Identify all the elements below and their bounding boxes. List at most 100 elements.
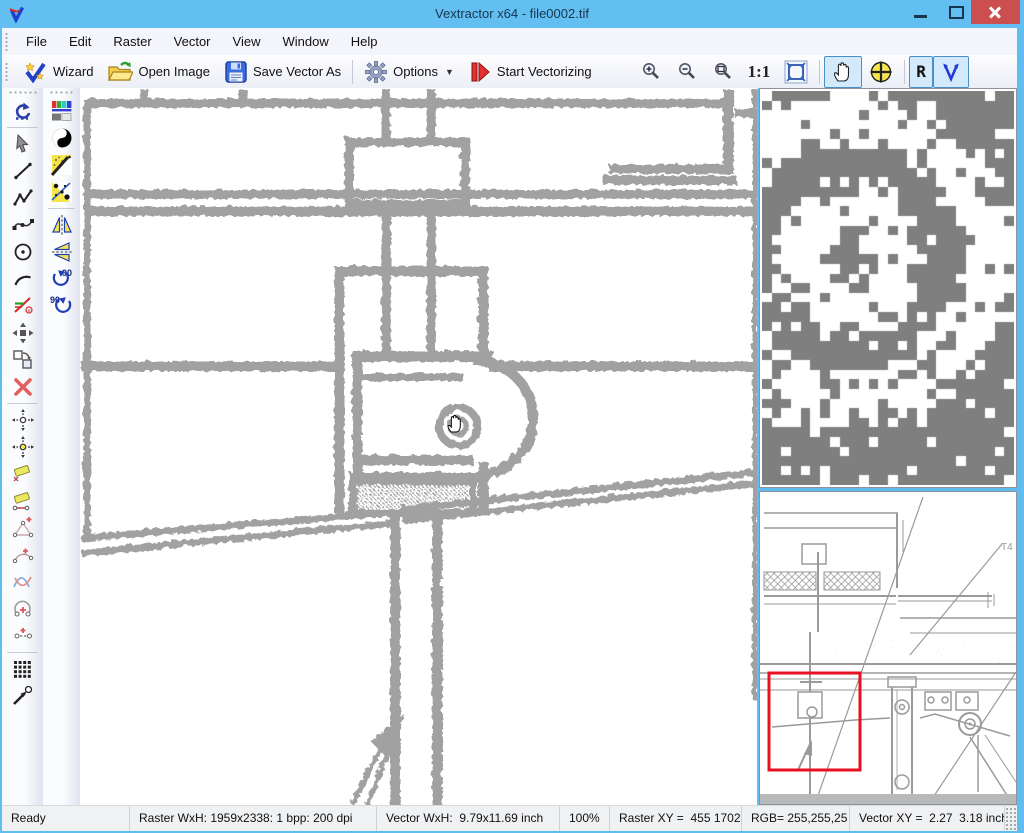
menu-item-view[interactable]: View — [222, 30, 272, 53]
trace-line-icon: e — [11, 294, 35, 318]
status-raster-xy: Raster XY = 455 1702 — [610, 806, 742, 831]
draw-line-tool[interactable] — [9, 158, 37, 184]
draw-circle-tool[interactable] — [9, 239, 37, 265]
rotate-cw-90-tool[interactable]: 90 — [48, 266, 76, 292]
pan-hand-button[interactable] — [824, 56, 862, 88]
add-arc-point-icon — [11, 543, 35, 567]
menu-item-file[interactable]: File — [15, 30, 58, 53]
erase-segment-tool[interactable] — [9, 488, 37, 514]
menu-item-raster[interactable]: Raster — [102, 30, 162, 53]
palette-tool[interactable] — [48, 98, 76, 124]
pan-hand-icon — [831, 60, 855, 84]
menu-grip[interactable] — [4, 32, 9, 52]
close-curve-tool[interactable] — [9, 596, 37, 622]
center-target-button[interactable] — [862, 56, 900, 88]
flip-vertical-tool[interactable] — [48, 239, 76, 265]
open-image-button[interactable]: Open Image — [100, 56, 217, 88]
rotate-ccw-90-icon: 90 — [49, 294, 75, 318]
menu-item-window[interactable]: Window — [271, 30, 339, 53]
zoom-fit-button[interactable] — [777, 56, 815, 88]
remove-specks-icon — [50, 180, 74, 204]
options-icon — [364, 60, 388, 84]
erase-node-tool[interactable] — [9, 461, 37, 487]
status-bar: ReadyRaster WxH: 1959x2338: 1 bpp: 200 d… — [2, 805, 1017, 831]
draw-arc-tool[interactable] — [9, 266, 37, 292]
draw-circle-icon — [12, 241, 34, 263]
rotate-cw-90-icon: 90 — [49, 267, 75, 291]
options-button[interactable]: Options▼ — [357, 56, 461, 88]
despeckle-tool[interactable] — [48, 152, 76, 178]
copy-object-tool[interactable] — [9, 347, 37, 373]
draw-polyline-tool[interactable] — [9, 185, 37, 211]
toolbar-separator — [352, 60, 353, 84]
remove-specks-tool[interactable] — [48, 179, 76, 205]
resize-grip[interactable] — [1005, 806, 1017, 831]
snap-point-icon — [11, 435, 35, 459]
move-point-tool[interactable] — [9, 407, 37, 433]
chevron-down-icon[interactable]: ▼ — [445, 67, 454, 77]
raster-drawing[interactable] — [80, 88, 757, 805]
status-vector-xy: Vector XY = 2.27 3.18 inch — [850, 806, 1005, 831]
add-arc-point-tool[interactable] — [9, 542, 37, 568]
menu-item-edit[interactable]: Edit — [58, 30, 102, 53]
rotate-ccw-90-tool[interactable]: 90 — [48, 293, 76, 319]
toolbar: Wizard Open Image Save Vector As Options… — [2, 55, 1017, 89]
snap-point-tool[interactable] — [9, 434, 37, 460]
vector-view-button[interactable] — [933, 56, 969, 88]
start-vectorizing-icon — [468, 60, 492, 84]
wizard-button[interactable]: Wizard — [15, 56, 100, 88]
zoom-1-1-button[interactable]: 1:1 — [741, 56, 778, 88]
minimize-icon — [914, 15, 927, 18]
delete-tool[interactable] — [9, 374, 37, 400]
join-lines-tool[interactable] — [9, 623, 37, 649]
save-vector-as-button[interactable]: Save Vector As — [217, 56, 348, 88]
undo-icon — [11, 99, 35, 123]
menu-item-vector[interactable]: Vector — [163, 30, 222, 53]
zoom-window-icon — [712, 61, 734, 83]
palette-grip[interactable] — [49, 90, 74, 96]
palette-grip[interactable] — [8, 90, 37, 96]
toolbar-grip[interactable] — [4, 62, 9, 82]
zoom-window-button[interactable] — [705, 56, 741, 88]
overview-panel[interactable]: T4 — [759, 491, 1017, 805]
raster-view-button[interactable]: R — [909, 56, 933, 88]
invert-tool[interactable] — [48, 125, 76, 151]
start-vectorizing-label: Start Vectorizing — [497, 64, 592, 79]
tool-palette-draw: e — [2, 88, 43, 805]
join-lines-icon — [11, 624, 35, 648]
zoom-in-button[interactable] — [633, 56, 669, 88]
palette-separator — [48, 208, 75, 209]
menu-bar: FileEditRasterVectorViewWindowHelp — [2, 28, 1017, 56]
close-button[interactable] — [971, 0, 1020, 24]
trace-line-tool[interactable]: e — [9, 293, 37, 319]
maximize-button[interactable] — [940, 0, 972, 24]
pixel-magnifier-panel — [759, 88, 1017, 488]
draw-line-icon — [12, 160, 34, 182]
title-bar[interactable]: Vextractor x64 - file0002.tif — [0, 0, 1024, 28]
pick-point-tool[interactable] — [9, 683, 37, 709]
flip-horizontal-tool[interactable] — [48, 212, 76, 238]
overview-bottom-strip — [760, 794, 1016, 804]
pick-point-icon — [11, 684, 35, 708]
raster-canvas[interactable] — [80, 88, 757, 805]
edit-nodes-tool[interactable] — [9, 212, 37, 238]
move-object-tool[interactable] — [9, 320, 37, 346]
zoom-out-icon — [676, 61, 698, 83]
maximize-icon — [949, 6, 964, 19]
split-curve-tool[interactable] — [9, 569, 37, 595]
raster-grid-tool[interactable] — [9, 656, 37, 682]
undo-tool[interactable] — [9, 98, 37, 124]
tool-palette-raster: 90 90 — [43, 88, 80, 805]
minimize-button[interactable] — [900, 0, 940, 24]
add-vertex-tool[interactable] — [9, 515, 37, 541]
split-curve-icon — [11, 570, 35, 594]
zoom-out-button[interactable] — [669, 56, 705, 88]
erase-segment-icon — [11, 489, 35, 513]
add-vertex-icon — [11, 516, 35, 540]
select-tool[interactable] — [9, 131, 37, 157]
menu-item-help[interactable]: Help — [340, 30, 389, 53]
start-vectorizing-button[interactable]: Start Vectorizing — [461, 56, 599, 88]
window-title: Vextractor x64 - file0002.tif — [0, 6, 1024, 21]
open-image-icon — [107, 61, 133, 83]
status-zoom-level: 100% — [560, 806, 610, 831]
